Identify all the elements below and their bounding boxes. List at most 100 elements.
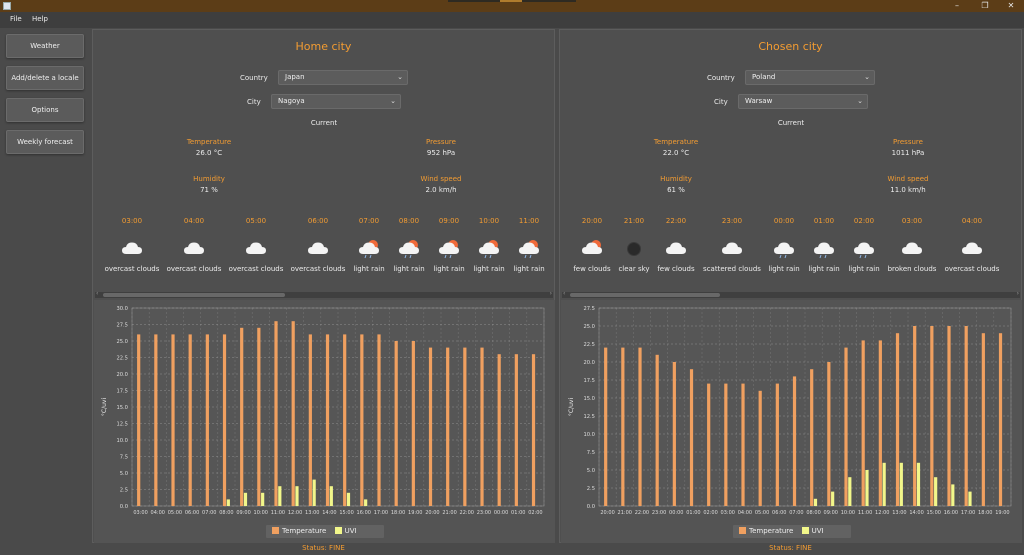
pressure-label: Pressure — [426, 138, 456, 146]
x-tick-label: 16:00 — [357, 510, 371, 516]
options-button[interactable]: Options — [6, 98, 84, 122]
x-tick-label: 15:00 — [339, 510, 353, 516]
close-button[interactable]: ✕ — [998, 0, 1024, 12]
uvi-bar — [916, 462, 921, 506]
cloud-icon — [707, 239, 757, 261]
city-value: Warsaw — [745, 97, 773, 105]
x-tick-label: 07:00 — [789, 510, 803, 516]
x-tick-label: 02:00 — [703, 510, 717, 516]
city-select[interactable]: Nagoya ⌄ — [271, 94, 401, 109]
x-tick-label: 02:00 — [528, 510, 542, 516]
temperature-bar — [964, 326, 968, 506]
cloud-icon — [947, 239, 997, 261]
y-axis-label: °C/uvi — [101, 398, 108, 417]
y-tick-label: 22.5 — [116, 356, 128, 362]
y-tick-label: 5.0 — [587, 468, 595, 474]
add-delete-locale-button[interactable]: Add/delete a locale — [6, 66, 84, 90]
menu-help[interactable]: Help — [32, 15, 48, 23]
temperature-bar — [604, 347, 608, 506]
maximize-button[interactable]: ❐ — [972, 0, 998, 12]
chart-legend: Temperature UVI — [266, 525, 384, 538]
legend-uvi-swatch — [801, 527, 809, 534]
x-tick-label: 22:00 — [460, 510, 474, 516]
city-value: Nagoya — [278, 97, 305, 105]
x-tick-label: 05:00 — [168, 510, 182, 516]
temperature-bar — [137, 334, 141, 506]
scroll-right-icon[interactable]: › — [550, 290, 552, 297]
y-tick-label: 27.5 — [583, 306, 595, 312]
x-tick-label: 15:00 — [927, 510, 941, 516]
menu-file[interactable]: File — [10, 15, 22, 23]
app-icon — [3, 2, 11, 10]
y-tick-label: 25.0 — [116, 339, 128, 345]
scrollbar-thumb[interactable] — [570, 293, 720, 297]
uvi-bar — [951, 484, 955, 506]
minimize-button[interactable]: – — [944, 0, 970, 12]
uvi-bar — [813, 498, 818, 506]
chevron-down-icon: ⌄ — [864, 73, 870, 81]
y-tick-label: 2.5 — [120, 488, 128, 494]
city-select[interactable]: Warsaw ⌄ — [738, 94, 868, 109]
legend-temperature: Temperature — [749, 527, 794, 535]
x-tick-label: 14:00 — [322, 510, 336, 516]
x-tick-label: 19:00 — [995, 510, 1009, 516]
temperature-bar — [240, 327, 244, 506]
chevron-down-icon: ⌄ — [857, 97, 863, 105]
y-tick-label: 2.5 — [587, 486, 595, 492]
scroll-right-icon[interactable]: › — [1017, 290, 1019, 297]
x-tick-label: 00:00 — [669, 510, 683, 516]
weather-button[interactable]: Weather — [6, 34, 84, 58]
y-axis-label: °C/uvi — [568, 398, 575, 417]
x-tick-label: 14:00 — [909, 510, 923, 516]
chart-legend: Temperature UVI — [733, 525, 851, 538]
uvi-bar — [899, 462, 903, 506]
uvi-bar — [312, 479, 316, 506]
x-tick-label: 23:00 — [477, 510, 491, 516]
hourly-forecast-strip[interactable]: 20:00 few clouds 21:00 clear sky 22:00 few cl… — [560, 208, 1022, 292]
y-tick-label: 20.0 — [583, 360, 595, 366]
weekly-forecast-button[interactable]: Weekly forecast — [6, 130, 84, 154]
uvi-bar — [243, 492, 248, 506]
temperature-bar — [463, 347, 467, 506]
hour-time: 06:00 — [307, 217, 329, 225]
x-tick-label: 17:00 — [961, 510, 975, 516]
x-tick-label: 12:00 — [288, 510, 302, 516]
y-tick-label: 7.5 — [587, 450, 595, 456]
temperature-bar — [655, 354, 659, 506]
country-select[interactable]: Japan ⌄ — [278, 70, 408, 85]
y-tick-label: 17.5 — [116, 389, 128, 395]
country-value: Japan — [285, 73, 305, 81]
temperature-bar — [480, 347, 484, 506]
temperature-bar — [947, 326, 951, 506]
temperature-bar — [741, 383, 745, 506]
humidity-value: 61 % — [667, 186, 685, 194]
cloud-icon — [169, 239, 219, 261]
horizontal-scrollbar[interactable]: ‹ › — [95, 290, 553, 298]
uvi-bar — [882, 462, 886, 506]
country-value: Poland — [752, 73, 776, 81]
scroll-left-icon[interactable]: ‹ — [96, 290, 98, 297]
uvi-bar — [865, 470, 869, 506]
uvi-bar — [226, 499, 230, 506]
temperature-bar — [171, 334, 175, 506]
hour-time: 03:00 — [121, 217, 143, 225]
x-tick-label: 06:00 — [185, 510, 199, 516]
temperature-bar — [428, 347, 433, 506]
temperature-bar — [861, 340, 865, 506]
x-tick-label: 18:00 — [391, 510, 405, 516]
home-chart-svg: 0.0 2.5 5.0 7.5 10.0 12.5 15.0 17.5 20.0 22.5 25.0… — [101, 306, 545, 516]
x-tick-label: 13:00 — [305, 510, 319, 516]
hourly-forecast-strip[interactable]: 03:00 overcast clouds 04:00 overcast clouds… — [93, 208, 555, 292]
scroll-left-icon[interactable]: ‹ — [563, 290, 565, 297]
x-tick-label: 18:00 — [978, 510, 992, 516]
uvi-bar — [364, 499, 368, 506]
cloud-icon — [887, 239, 937, 261]
horizontal-scrollbar[interactable]: ‹ › — [562, 290, 1020, 298]
country-select[interactable]: Poland ⌄ — [745, 70, 875, 85]
x-tick-label: 00:00 — [494, 510, 508, 516]
temperature-bar — [758, 390, 762, 506]
scrollbar-thumb[interactable] — [103, 293, 285, 297]
hour-description: overcast clouds — [104, 265, 160, 273]
menu-bar: File Help — [0, 12, 1024, 28]
x-tick-label: 01:00 — [511, 510, 525, 516]
